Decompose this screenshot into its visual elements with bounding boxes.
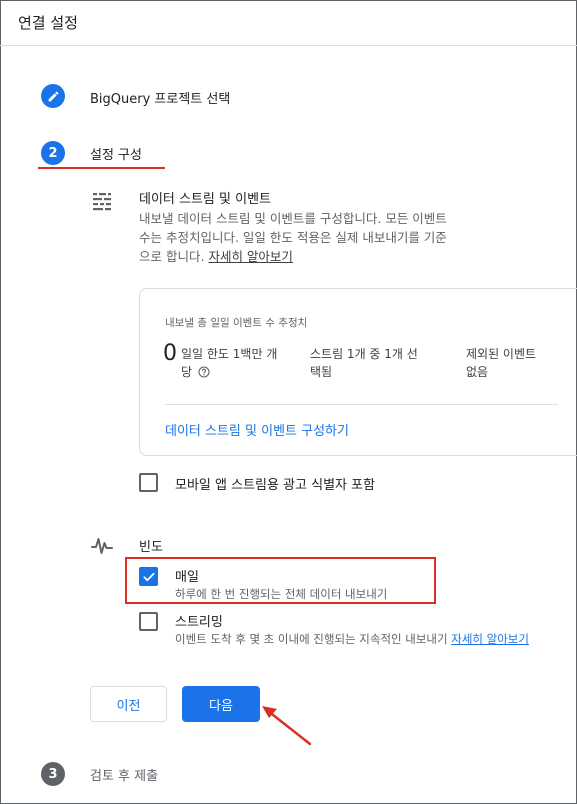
card-divider [165,404,558,405]
data-streams-desc-line-2: 수는 추정치입니다. 일일 한도 적용은 실제 내보내기를 기준 [139,230,447,245]
streaming-label[interactable]: 스트리밍 [175,611,223,630]
excluded-events-line-1: 제외된 이벤트 [466,347,537,361]
excluded-events-stat: 제외된 이벤트 없음 [466,345,576,381]
data-streams-desc-line-3: 으로 합니다. 자세히 알아보기 [139,247,511,266]
estimate-value: 0 [163,341,177,366]
configure-streams-link[interactable]: 데이터 스트림 및 이벤트 구성하기 [165,420,349,439]
dialog-title: 연결 설정 [18,14,78,32]
streaming-checkbox[interactable] [139,612,158,631]
daily-checkbox[interactable] [139,567,158,586]
step-1-indicator[interactable] [41,84,65,108]
dialog-header: 연결 설정 [0,0,577,46]
data-streams-desc-line-3-text: 으로 합니다. [139,249,205,264]
data-streams-desc-line-1: 내보낼 데이터 스트림 및 이벤트를 구성합니다. 모든 이벤트 [139,211,447,226]
streaming-learn-more-link[interactable]: 자세히 알아보기 [451,632,529,646]
streams-selected-stat: 스트림 1개 중 1개 선 택됨 [310,345,440,381]
daily-limit-stat-line-1: 일일 한도 1백만 개 [181,347,278,361]
excluded-events-line-2: 없음 [466,365,489,379]
help-circle-icon[interactable] [198,366,210,378]
annotation-arrow-icon [262,706,312,746]
daily-limit-stat-line-2-row: 당 [181,363,291,381]
data-streams-learn-more-link[interactable]: 자세히 알아보기 [208,249,292,264]
mobile-ads-checkbox[interactable] [139,473,158,492]
step-3-indicator: 3 [41,762,65,786]
data-streams-description: 내보낼 데이터 스트림 및 이벤트를 구성합니다. 모든 이벤트 수는 추정치입… [139,209,511,266]
frequency-title: 빈도 [139,540,163,555]
previous-button[interactable]: 이전 [90,686,167,722]
streaming-description-text: 이벤트 도착 후 몇 초 이내에 진행되는 지속적인 내보내기 [175,632,448,646]
streaming-description: 이벤트 도착 후 몇 초 이내에 진행되는 지속적인 내보내기 자세히 알아보기 [175,631,529,647]
daily-description: 하루에 한 번 진행되는 전체 데이터 내보내기 [175,587,388,601]
frequency-pulse-icon [91,538,113,554]
estimate-card: 내보낼 총 일일 이벤트 수 추정치 0 일일 한도 1백만 개 당 스트림 1… [139,288,577,456]
checkmark-icon [142,572,155,581]
data-streams-title: 데이터 스트림 및 이벤트 [139,192,271,207]
data-streams-icon [93,193,111,211]
step-3-label: 검토 후 제출 [90,769,159,784]
step-1-label[interactable]: BigQuery 프로젝트 선택 [90,88,230,107]
step-2-indicator: 2 [41,141,65,165]
daily-limit-stat-line-2: 당 [181,365,193,379]
mobile-ads-label[interactable]: 모바일 앱 스트림용 광고 식별자 포함 [175,474,375,493]
daily-limit-stat: 일일 한도 1백만 개 당 [181,345,291,381]
daily-label[interactable]: 매일 [175,566,199,585]
next-button[interactable]: 다음 [182,686,260,722]
streams-selected-line-2: 택됨 [310,365,333,379]
annotation-underline [38,167,165,169]
step-2-label: 설정 구성 [90,148,142,163]
streams-selected-line-1: 스트림 1개 중 1개 선 [310,347,418,361]
estimate-label: 내보낼 총 일일 이벤트 수 추정치 [165,317,308,329]
edit-pencil-icon [48,91,58,101]
